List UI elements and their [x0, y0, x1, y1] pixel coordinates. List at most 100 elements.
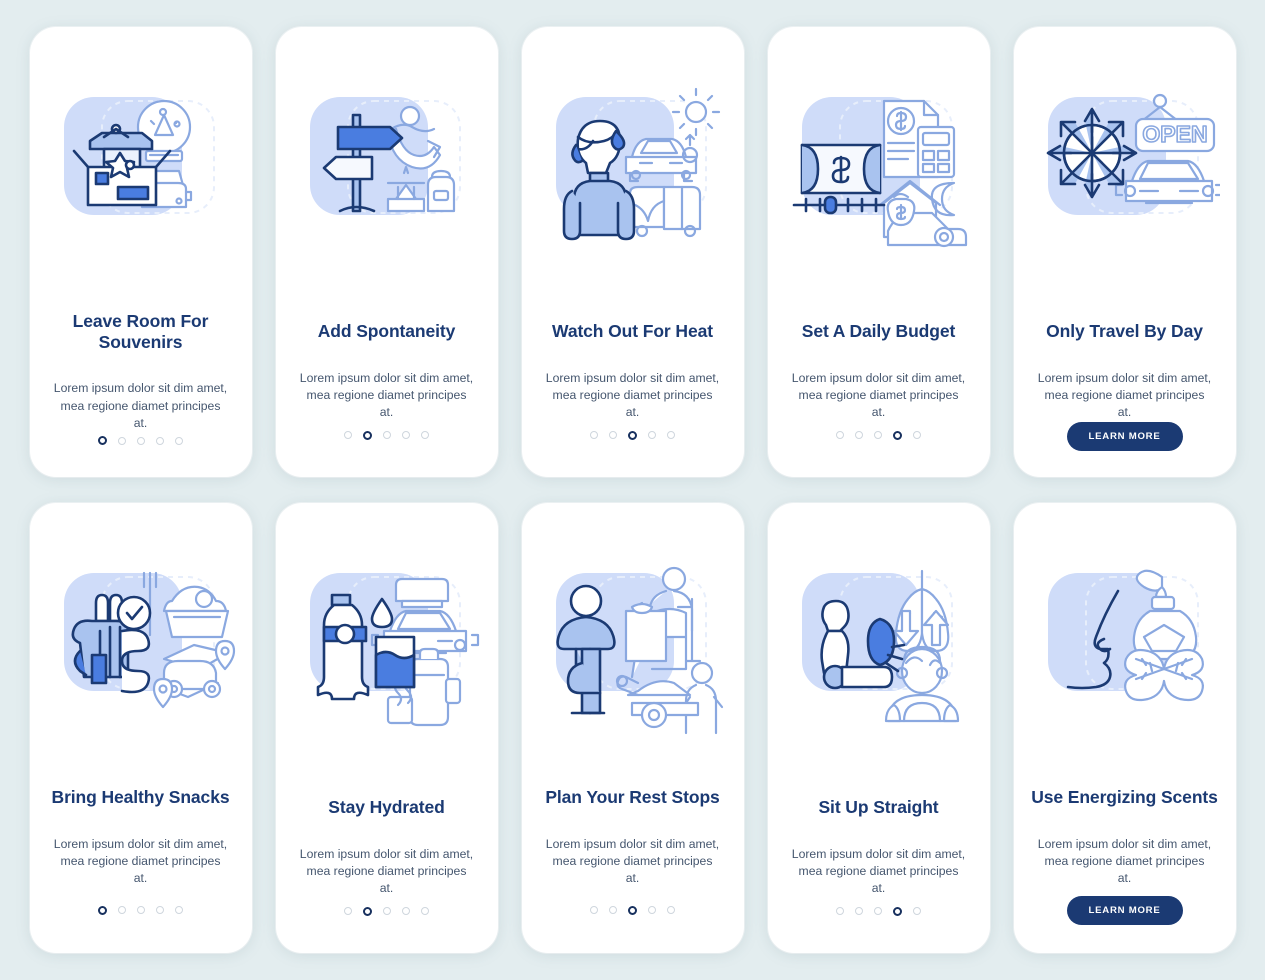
pagination-dot[interactable] [590, 431, 598, 440]
card-title: Only Travel By Day [1046, 321, 1203, 341]
card-footer: LEARN MORE [1066, 421, 1183, 451]
svg-text:OPEN: OPEN [1142, 121, 1207, 147]
pagination-dot[interactable] [402, 907, 410, 916]
pagination-dot[interactable] [913, 431, 921, 440]
card-description: Lorem ipsum dolor sit dim amet, mea regi… [53, 836, 228, 886]
pagination-dot[interactable] [118, 906, 126, 914]
pagination-dot[interactable] [383, 431, 391, 440]
pagination-dot[interactable] [609, 906, 617, 914]
card-title: Leave Room For Souvenirs [72, 311, 209, 352]
signpost-icon [292, 79, 482, 269]
pagination-dot[interactable] [402, 431, 410, 440]
souvenir-box-icon [46, 79, 236, 269]
pagination-dot[interactable] [874, 431, 882, 440]
pagination-dot[interactable] [590, 906, 598, 914]
pagination-dot[interactable] [648, 906, 656, 914]
card-footer [344, 422, 429, 449]
card-title: Watch Out For Heat [552, 321, 713, 341]
posture-lungs-icon [784, 555, 974, 745]
onboarding-card: Use Energizing Scents Lorem ipsum dolor s… [1013, 503, 1236, 953]
card-description: Lorem ipsum dolor sit dim amet, mea regi… [1037, 836, 1212, 886]
pagination-dot[interactable] [175, 436, 183, 445]
card-footer [836, 422, 921, 449]
onboarding-card: Sit Up Straight Lorem ipsum dolor sit dim… [767, 503, 990, 953]
pagination-dot[interactable] [137, 436, 145, 445]
card-description: Lorem ipsum dolor sit dim amet, mea regi… [545, 370, 720, 420]
learn-more-button[interactable]: LEARN MORE [1066, 421, 1183, 451]
pagination-dot-active[interactable] [363, 430, 372, 440]
onboarding-card: OPEN Only Travel By Day Lorem ipsum dolor… [1013, 27, 1236, 477]
onboarding-card: Set A Daily Budget Lorem ipsum dolor sit … [767, 27, 990, 477]
pagination-dot[interactable] [344, 907, 352, 916]
healthy-food-icon [46, 555, 236, 745]
onboarding-card: Stay Hydrated Lorem ipsum dolor sit dim a… [275, 503, 498, 953]
pagination-dot[interactable] [913, 907, 921, 916]
pagination-dot[interactable] [836, 907, 844, 916]
pagination-dot[interactable] [137, 906, 145, 914]
onboarding-row: Leave Room For Souvenirs Lorem ipsum dolo… [19, 27, 1247, 477]
card-description: Lorem ipsum dolor sit dim amet, mea regi… [299, 846, 474, 896]
pagination-dot[interactable] [383, 907, 391, 916]
pagination-dot[interactable] [874, 907, 882, 916]
aroma-scent-icon [1030, 555, 1220, 745]
money-budget-icon [784, 79, 974, 269]
card-title: Bring Healthy Snacks [51, 787, 230, 807]
pagination-dots [836, 430, 921, 440]
onboarding-card: Add Spontaneity Lorem ipsum dolor sit dim… [275, 27, 498, 477]
card-title: Sit Up Straight [818, 797, 939, 817]
pagination-dot[interactable] [156, 906, 164, 914]
pagination-dot-active[interactable] [363, 906, 372, 916]
pagination-dot[interactable] [175, 906, 183, 914]
card-description: Lorem ipsum dolor sit dim amet, mea regi… [299, 370, 474, 420]
pagination-dot-active[interactable] [628, 905, 637, 915]
pagination-dots [98, 436, 183, 446]
pagination-dot[interactable] [667, 906, 675, 914]
pagination-dots [836, 906, 921, 916]
pagination-dot[interactable] [855, 431, 863, 440]
card-footer [98, 432, 183, 449]
onboarding-screens-board: Leave Room For Souvenirs Lorem ipsum dolo… [0, 0, 1265, 980]
sweating-person-icon [538, 79, 728, 269]
pagination-dots [344, 906, 429, 916]
card-description: Lorem ipsum dolor sit dim amet, mea regi… [791, 846, 966, 896]
sun-clock-open-icon: OPEN [1030, 79, 1220, 269]
pagination-dot[interactable] [855, 907, 863, 916]
card-title: Plan Your Rest Stops [545, 787, 720, 807]
card-footer: LEARN MORE [1066, 895, 1183, 925]
pagination-dot[interactable] [421, 431, 429, 440]
pagination-dot[interactable] [156, 436, 164, 445]
card-footer [836, 898, 921, 925]
pagination-dot[interactable] [609, 431, 617, 440]
pagination-dot-active[interactable] [628, 430, 637, 440]
card-footer [98, 895, 183, 925]
card-description: Lorem ipsum dolor sit dim amet, mea regi… [1037, 370, 1212, 420]
pagination-dot-active[interactable] [893, 906, 902, 916]
onboarding-card: Watch Out For Heat Lorem ipsum dolor sit … [521, 27, 744, 477]
pagination-dot[interactable] [667, 431, 675, 440]
pagination-dots [344, 430, 429, 440]
card-description: Lorem ipsum dolor sit dim amet, mea regi… [791, 370, 966, 420]
card-title: Use Energizing Scents [1031, 787, 1218, 807]
water-bottle-icon [292, 555, 482, 745]
onboarding-row: Bring Healthy Snacks Lorem ipsum dolor si… [19, 503, 1247, 953]
pagination-dot[interactable] [118, 436, 126, 445]
pagination-dot[interactable] [648, 431, 656, 440]
card-title: Set A Daily Budget [801, 321, 956, 341]
pagination-dot[interactable] [421, 907, 429, 916]
pagination-dot-active[interactable] [893, 430, 902, 440]
card-title: Stay Hydrated [328, 797, 445, 817]
pagination-dot-active[interactable] [98, 905, 107, 915]
card-footer [344, 898, 429, 925]
card-footer [590, 895, 675, 925]
card-title: Add Spontaneity [317, 321, 456, 341]
learn-more-button[interactable]: LEARN MORE [1066, 895, 1183, 925]
pagination-dot[interactable] [836, 431, 844, 440]
card-description: Lorem ipsum dolor sit dim amet, mea regi… [53, 381, 228, 430]
pagination-dots [590, 905, 675, 915]
card-footer [590, 422, 675, 449]
pagination-dots [590, 430, 675, 440]
pagination-dot[interactable] [344, 431, 352, 440]
onboarding-card: Leave Room For Souvenirs Lorem ipsum dolo… [29, 27, 252, 477]
onboarding-card: Plan Your Rest Stops Lorem ipsum dolor si… [521, 503, 744, 953]
pagination-dot-active[interactable] [98, 436, 107, 446]
